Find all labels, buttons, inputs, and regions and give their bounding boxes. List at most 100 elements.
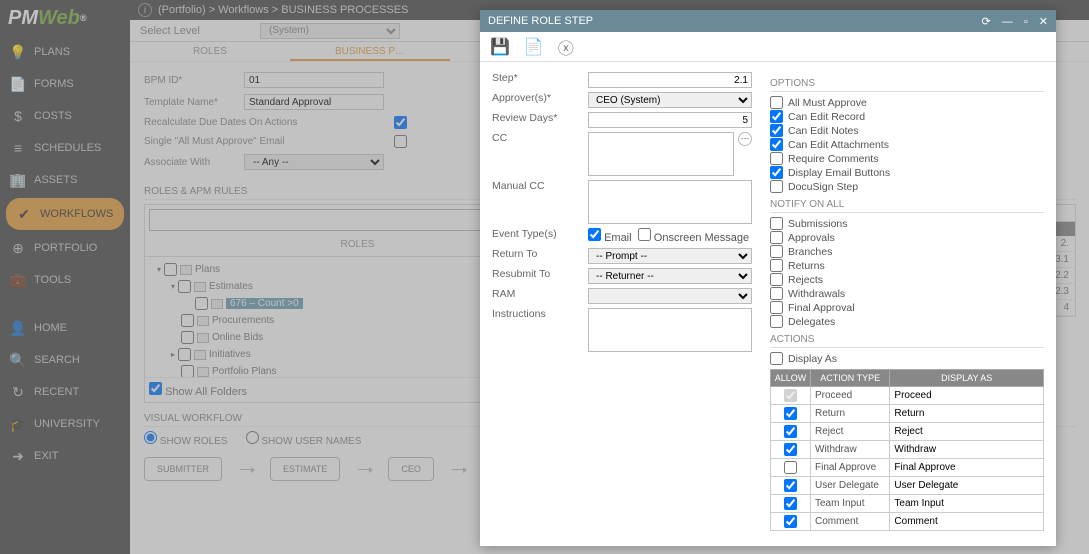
ram-select[interactable]	[588, 288, 752, 304]
cc-label: CC	[492, 132, 588, 144]
option-label: Can Edit Notes	[788, 125, 859, 137]
action-type: Proceed	[811, 387, 890, 405]
th-action-type: ACTION TYPE	[811, 370, 890, 387]
define-role-step-modal: DEFINE ROLE STEP ⟳ — ▫ ✕ 💾 📄 ⓧ Step* App…	[480, 10, 1056, 546]
action-row: Reject	[771, 423, 1044, 441]
resubmit-to-select[interactable]: -- Returner --	[588, 268, 752, 284]
allow-checkbox[interactable]	[784, 497, 797, 510]
display-as-input[interactable]	[894, 498, 1039, 509]
option-label: DocuSign Step	[788, 181, 858, 193]
ram-label: RAM	[492, 288, 588, 300]
option-checkbox[interactable]	[770, 110, 783, 123]
display-as-input[interactable]	[894, 516, 1039, 527]
display-as-input[interactable]	[894, 462, 1039, 473]
actions-header: ACTIONS	[770, 334, 1044, 348]
cancel-icon[interactable]: ⓧ	[558, 35, 574, 59]
minimize-icon[interactable]: —	[1002, 16, 1013, 28]
action-row: User Delegate	[771, 477, 1044, 495]
notify-checkbox[interactable]	[770, 259, 783, 272]
notify-header: NOTIFY ON ALL	[770, 199, 1044, 213]
review-days-input[interactable]	[588, 112, 752, 128]
cc-more-icon[interactable]: ⋯	[738, 132, 752, 146]
option-label: Require Comments	[788, 153, 878, 165]
allow-checkbox[interactable]	[784, 389, 797, 402]
option-checkbox[interactable]	[770, 124, 783, 137]
manual-cc-textarea[interactable]	[588, 180, 752, 224]
action-row: Withdraw	[771, 441, 1044, 459]
option-checkbox[interactable]	[770, 138, 783, 151]
modal-toolbar: 💾 📄 ⓧ	[480, 32, 1056, 62]
display-as-input[interactable]	[894, 390, 1039, 401]
allow-checkbox[interactable]	[784, 461, 797, 474]
option-label: Can Edit Record	[788, 111, 865, 123]
modal-right-column: OPTIONS All Must Approve Can Edit Record C…	[770, 72, 1044, 536]
notify-label: Delegates	[788, 316, 835, 328]
notify-checkbox[interactable]	[770, 231, 783, 244]
step-input[interactable]	[588, 72, 752, 88]
maximize-icon[interactable]: ▫	[1024, 16, 1028, 28]
instructions-label: Instructions	[492, 308, 588, 320]
th-allow: ALLOW	[771, 370, 811, 387]
option-label: All Must Approve	[788, 97, 867, 109]
option-label: Can Edit Attachments	[788, 139, 889, 151]
email-checkbox[interactable]	[588, 228, 601, 241]
allow-checkbox[interactable]	[784, 425, 797, 438]
refresh-icon[interactable]: ⟳	[981, 16, 990, 28]
notify-checkbox[interactable]	[770, 301, 783, 314]
display-as-input[interactable]	[894, 444, 1039, 455]
modal-header: DEFINE ROLE STEP ⟳ — ▫ ✕	[480, 10, 1056, 32]
allow-checkbox[interactable]	[784, 515, 797, 528]
notify-checkbox[interactable]	[770, 273, 783, 286]
notify-checkbox[interactable]	[770, 315, 783, 328]
display-as-label: Display As	[788, 353, 837, 365]
notify-checkbox[interactable]	[770, 217, 783, 230]
approver-select[interactable]: CEO (System)	[588, 92, 752, 108]
action-row: Return	[771, 405, 1044, 423]
review-days-label: Review Days*	[492, 112, 588, 124]
notify-label: Final Approval	[788, 302, 855, 314]
save-exit-icon[interactable]: 📄	[524, 37, 544, 57]
return-to-label: Return To	[492, 248, 588, 260]
action-type: Comment	[811, 513, 890, 531]
option-checkbox[interactable]	[770, 166, 783, 179]
notify-checkbox[interactable]	[770, 245, 783, 258]
action-type: User Delegate	[811, 477, 890, 495]
display-as-input[interactable]	[894, 480, 1039, 491]
display-as-checkbox[interactable]	[770, 352, 783, 365]
options-header: OPTIONS	[770, 78, 1044, 92]
action-row: Proceed	[771, 387, 1044, 405]
save-icon[interactable]: 💾	[490, 37, 510, 57]
th-display-as: DISPLAY AS	[890, 370, 1044, 387]
display-as-input[interactable]	[894, 426, 1039, 437]
action-row: Team Input	[771, 495, 1044, 513]
event-type-label: Event Type(s)	[492, 228, 588, 240]
action-type: Return	[811, 405, 890, 423]
instructions-textarea[interactable]	[588, 308, 752, 352]
notify-checkbox[interactable]	[770, 287, 783, 300]
cc-textarea[interactable]	[588, 132, 734, 176]
option-checkbox[interactable]	[770, 96, 783, 109]
return-to-select[interactable]: -- Prompt --	[588, 248, 752, 264]
close-icon[interactable]: ✕	[1039, 16, 1048, 28]
action-type: Reject	[811, 423, 890, 441]
modal-title: DEFINE ROLE STEP	[488, 15, 593, 27]
allow-checkbox[interactable]	[784, 443, 797, 456]
display-as-input[interactable]	[894, 408, 1039, 419]
action-type: Withdraw	[811, 441, 890, 459]
action-type: Team Input	[811, 495, 890, 513]
onscreen-checkbox[interactable]	[638, 228, 651, 241]
notify-label: Rejects	[788, 274, 823, 286]
manual-cc-label: Manual CC	[492, 180, 588, 192]
allow-checkbox[interactable]	[784, 479, 797, 492]
notify-label: Approvals	[788, 232, 835, 244]
allow-checkbox[interactable]	[784, 407, 797, 420]
notify-label: Submissions	[788, 218, 848, 230]
notify-label: Withdrawals	[788, 288, 845, 300]
action-row: Final Approve	[771, 459, 1044, 477]
resubmit-to-label: Resubmit To	[492, 268, 588, 280]
option-label: Display Email Buttons	[788, 167, 890, 179]
option-checkbox[interactable]	[770, 180, 783, 193]
option-checkbox[interactable]	[770, 152, 783, 165]
approver-label: Approver(s)*	[492, 92, 588, 104]
modal-left-column: Step* Approver(s)*CEO (System) Review Da…	[492, 72, 752, 536]
